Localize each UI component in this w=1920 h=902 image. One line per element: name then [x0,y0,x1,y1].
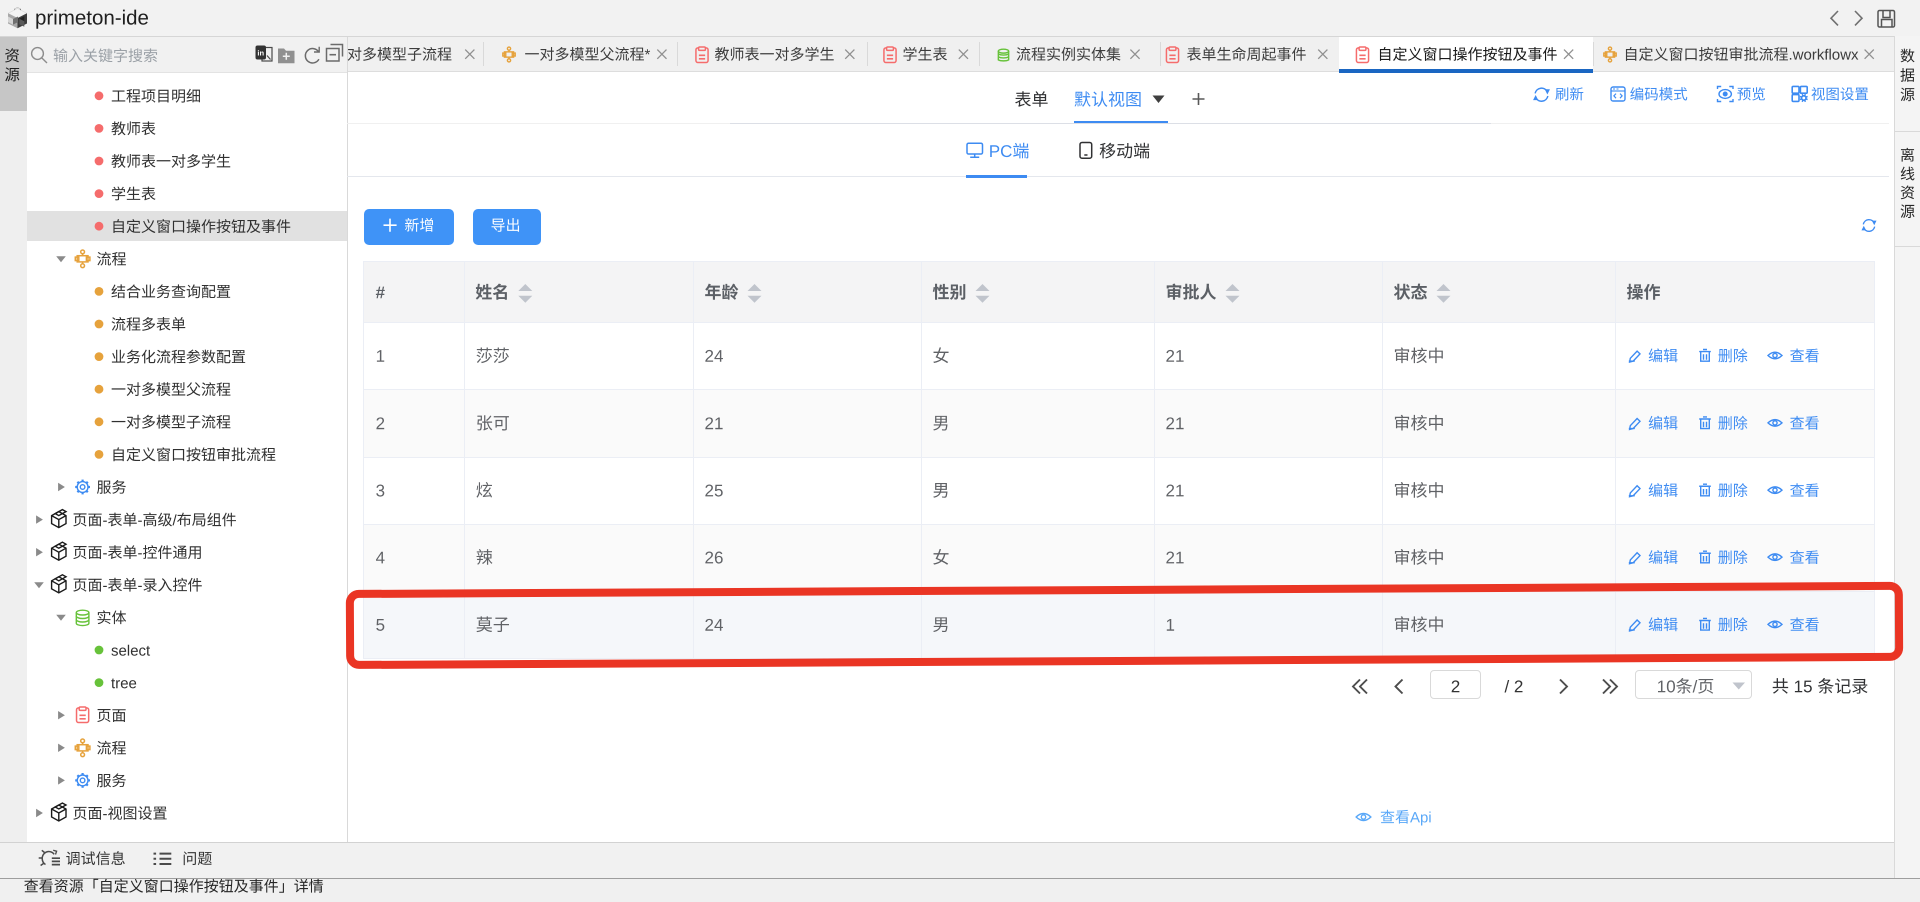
svg-text:in: in [257,49,264,58]
